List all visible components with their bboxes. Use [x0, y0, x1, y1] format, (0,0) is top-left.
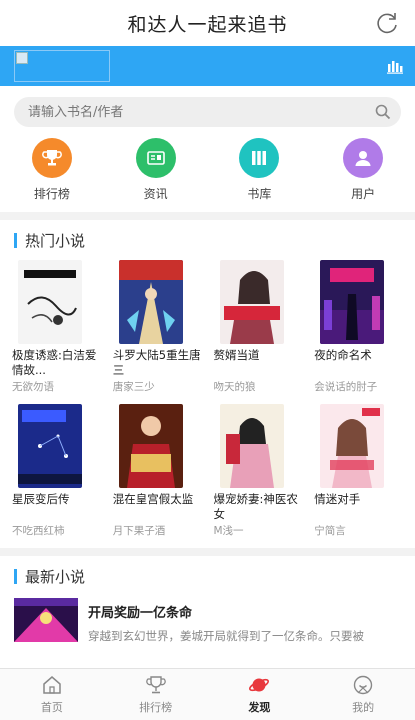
- section-divider: [0, 548, 415, 556]
- banner[interactable]: [0, 46, 415, 86]
- book-card[interactable]: 夜的命名术 会说话的肘子: [308, 260, 409, 394]
- book-description: 穿越到玄幻世界，姜城开局就得到了一亿条命。只要被: [88, 629, 364, 643]
- book-card[interactable]: 情迷对手 宁简言: [308, 404, 409, 538]
- tab-label: 排行榜: [139, 701, 173, 714]
- news-icon: [135, 138, 176, 178]
- tab-label: 首页: [40, 701, 63, 714]
- book-cover: [18, 404, 82, 488]
- tab-discover[interactable]: 发现: [208, 669, 312, 720]
- search-bar[interactable]: [14, 97, 401, 127]
- book-cover: [18, 260, 82, 344]
- book-title: 极度诱惑:白洁爱情故...: [12, 348, 97, 377]
- tab-label: 我的: [352, 701, 375, 714]
- book-card[interactable]: 爆宠娇妻:神医农女 M浅一: [208, 404, 309, 538]
- book-title: 斗罗大陆5重生唐三: [112, 348, 201, 377]
- section-divider: [0, 212, 415, 220]
- book-title: 爆宠娇妻:神医农女: [213, 492, 298, 521]
- book-cover: [219, 404, 284, 488]
- book-title: 星辰变后传: [12, 492, 70, 506]
- book-card[interactable]: 极度诱惑:白洁爱情故... 无欲勿语: [6, 260, 107, 394]
- book-title: 赘婿当道: [213, 348, 260, 362]
- book-title: 混在皇宫假太监: [112, 492, 194, 506]
- book-title: 情迷对手: [314, 492, 361, 506]
- search-input[interactable]: [28, 104, 375, 120]
- book-card[interactable]: 混在皇宫假太监 月下果子酒: [107, 404, 208, 538]
- profile-icon: [352, 674, 374, 696]
- book-title: 夜的命名术: [314, 348, 372, 362]
- quick-link-library[interactable]: 书库: [219, 138, 299, 202]
- book-author: 不吃西红柿: [12, 525, 65, 537]
- tab-home[interactable]: 首页: [0, 669, 104, 720]
- quick-link-label: 资讯: [143, 187, 168, 201]
- book-cover: [118, 404, 183, 488]
- user-icon: [343, 138, 384, 178]
- book-title: 开局奖励一亿条命: [88, 606, 193, 621]
- quick-link-ranking[interactable]: 排行榜: [12, 138, 92, 202]
- app-title: 和达人一起来追书: [127, 13, 288, 36]
- planet-icon: [248, 674, 270, 696]
- section-title: 热门小说: [25, 231, 86, 250]
- quick-link-label: 排行榜: [33, 187, 70, 201]
- book-author: 会说话的肘子: [314, 381, 378, 393]
- quick-link-label: 用户: [351, 187, 376, 201]
- book-author: 无欲勿语: [12, 381, 54, 393]
- bar-chart-icon[interactable]: [387, 58, 403, 74]
- book-cover: [219, 260, 284, 344]
- book-author: 宁简言: [314, 525, 346, 537]
- book-author: 吻天的狼: [213, 381, 256, 393]
- tab-mine[interactable]: 我的: [311, 669, 415, 720]
- quick-link-news[interactable]: 资讯: [116, 138, 196, 202]
- book-author: 月下果子酒: [112, 525, 166, 537]
- book-cover: [118, 260, 183, 344]
- trophy-outline-icon: [145, 674, 167, 696]
- quick-links: 排行榜 资讯 书库 用户: [0, 127, 415, 212]
- quick-link-user[interactable]: 用户: [323, 138, 403, 202]
- library-icon: [239, 138, 280, 178]
- section-title: 最新小说: [25, 567, 86, 586]
- quick-link-label: 书库: [247, 187, 272, 201]
- tab-ranking[interactable]: 排行榜: [104, 669, 208, 720]
- broken-image-icon: [14, 50, 110, 82]
- book-author: M浅一: [213, 525, 244, 537]
- latest-section-header: 最新小说: [0, 556, 415, 596]
- latest-book-item[interactable]: 开局奖励一亿条命 穿越到玄幻世界，姜城开局就得到了一亿条命。只要被: [0, 598, 415, 644]
- trophy-icon: [31, 138, 72, 178]
- book-cover: [320, 260, 385, 344]
- hot-book-grid: 极度诱惑:白洁爱情故... 无欲勿语 斗罗大陆5重生唐三 唐家三少 赘婿当道 吻…: [0, 260, 415, 548]
- bottom-tab-bar: 首页 排行榜 发现 我的: [0, 668, 415, 720]
- hot-section-header: 热门小说: [0, 220, 415, 260]
- book-cover: [14, 598, 78, 642]
- book-card[interactable]: 斗罗大陆5重生唐三 唐家三少: [107, 260, 208, 394]
- home-icon: [41, 674, 63, 696]
- app-header: 和达人一起来追书: [0, 0, 415, 46]
- book-card[interactable]: 赘婿当道 吻天的狼: [208, 260, 309, 394]
- book-card[interactable]: 星辰变后传 不吃西红柿: [6, 404, 107, 538]
- book-author: 唐家三少: [112, 381, 155, 393]
- tab-label: 发现: [248, 701, 271, 714]
- refresh-icon[interactable]: [373, 9, 401, 37]
- search-icon[interactable]: [375, 104, 391, 120]
- book-cover: [320, 404, 385, 488]
